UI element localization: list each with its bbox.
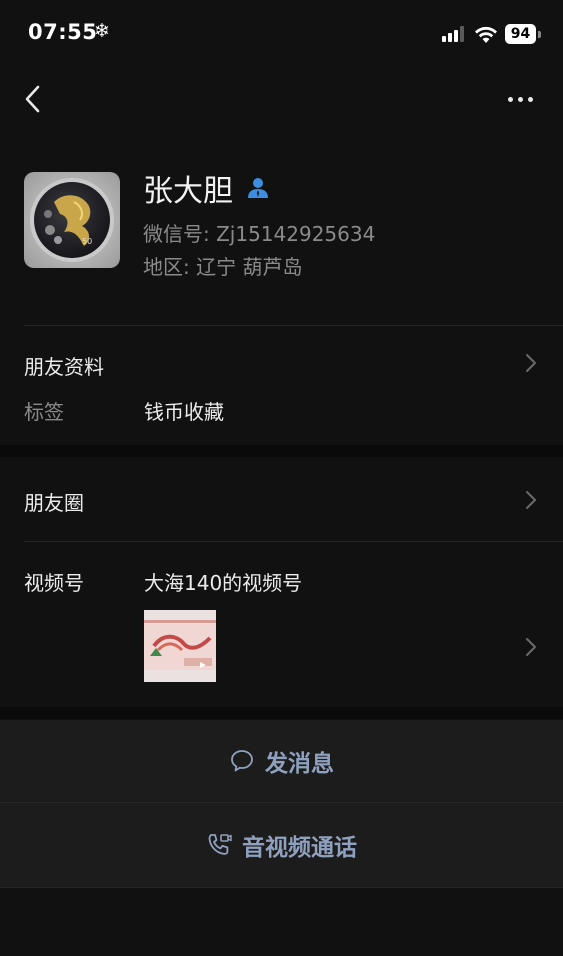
chevron-right-icon — [526, 491, 536, 509]
status-bar: 07:55 ❄ 94 — [0, 0, 563, 70]
snowflake-icon: ❄ — [94, 20, 110, 42]
cellular-signal-icon — [442, 26, 466, 42]
chevron-left-icon — [25, 85, 40, 113]
contact-name: 张大胆 — [143, 174, 233, 209]
send-message-label: 发消息 — [265, 751, 334, 777]
moments-label: 朋友圈 — [24, 491, 84, 515]
banknote-thumbnail-image — [144, 610, 216, 682]
channels-name: 大海140的视频号 — [144, 571, 303, 595]
star-friend-icon — [248, 178, 268, 198]
avatar[interactable]: 50 — [24, 172, 120, 268]
region: 地区: 辽宁 葫芦岛 — [143, 255, 303, 279]
video-call-button[interactable]: 音视频通话 — [0, 803, 563, 887]
tag-value: 钱币收藏 — [144, 400, 224, 424]
channel-video-thumbnail[interactable] — [144, 610, 216, 682]
friend-info-label: 朋友资料 — [24, 355, 104, 379]
phone-call-icon — [208, 834, 232, 855]
chevron-right-icon — [526, 354, 536, 372]
name-row: 张大胆 — [143, 168, 271, 209]
send-message-button[interactable]: 发消息 — [0, 720, 563, 802]
chat-bubble-icon — [231, 750, 253, 772]
channels-label: 视频号 — [24, 571, 84, 595]
tag-label: 标签 — [24, 400, 64, 424]
video-call-label: 音视频通话 — [242, 835, 357, 861]
more-options-button[interactable] — [500, 86, 540, 112]
divider — [0, 887, 563, 888]
section-separator — [0, 445, 563, 457]
svg-text:50: 50 — [82, 237, 92, 246]
moments-row[interactable] — [0, 458, 563, 540]
wifi-icon — [475, 26, 497, 43]
more-dots-icon — [508, 97, 513, 102]
wechat-id: 微信号: Zj15142925634 — [143, 222, 376, 246]
friend-info-row[interactable] — [0, 326, 563, 444]
avatar-coin-image: 50 — [24, 172, 120, 268]
status-time: 07:55 — [28, 20, 98, 44]
battery-icon: 94 — [505, 24, 541, 44]
chevron-right-icon — [526, 638, 536, 656]
back-button[interactable] — [18, 80, 52, 118]
contact-profile-screen: 07:55 ❄ 94 50 张大胆 微信号: Zj15142925634 地区:… — [0, 0, 563, 956]
section-separator — [0, 707, 563, 719]
battery-level: 94 — [510, 26, 531, 42]
